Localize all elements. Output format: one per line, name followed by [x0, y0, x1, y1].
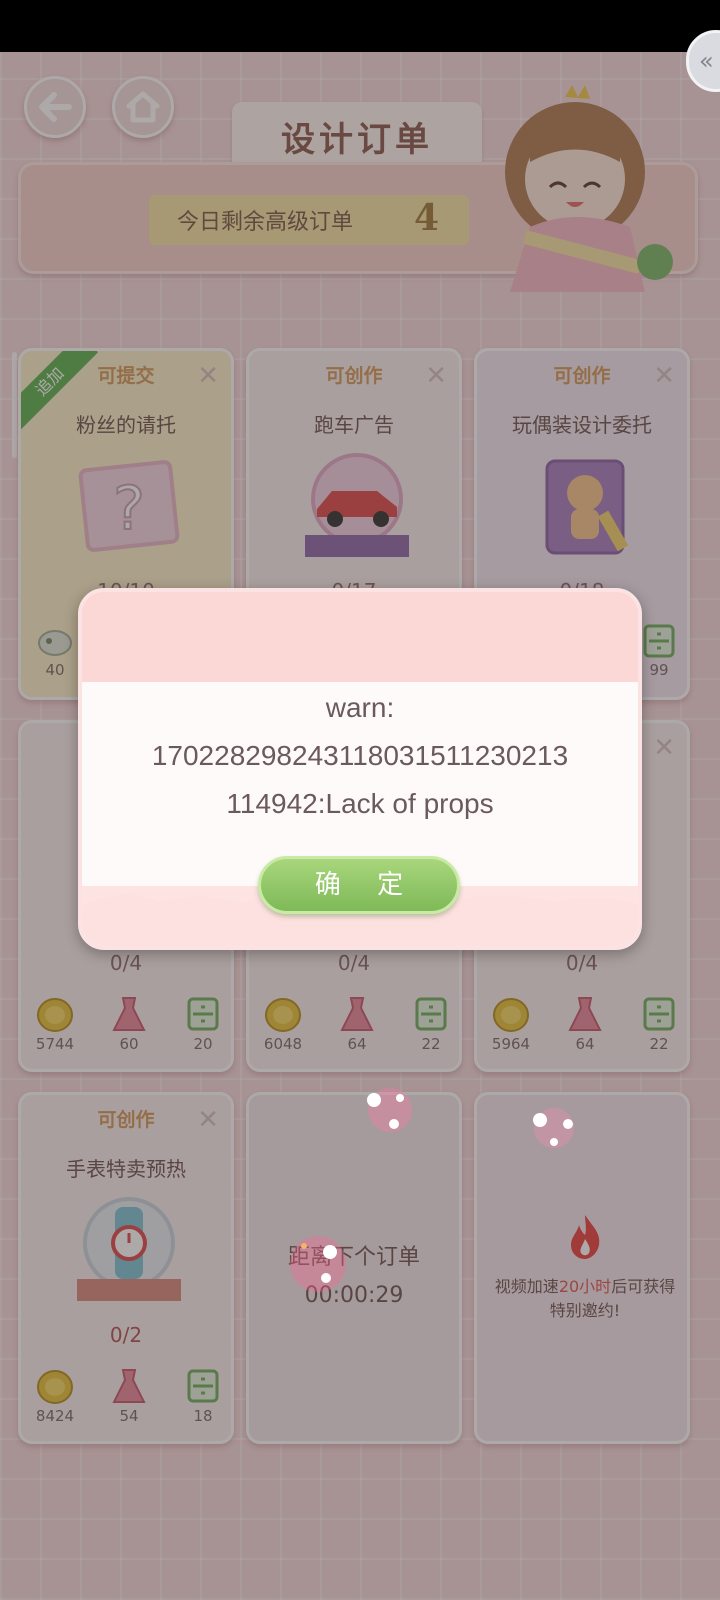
dialog-top-decoration	[82, 592, 638, 682]
double-chevron-left-icon: «	[699, 47, 714, 75]
status-bar	[0, 0, 720, 52]
warning-line-3: 114942:Lack of props	[226, 788, 494, 819]
warning-message: warn: 170228298243118031511230213 114942…	[102, 684, 618, 828]
warning-dialog: warn: 170228298243118031511230213 114942…	[78, 588, 642, 950]
sparkle-effect	[290, 1236, 346, 1292]
warning-line-1: warn:	[325, 692, 395, 723]
warning-line-2-end: 3	[552, 740, 569, 771]
sparkle-effect	[367, 1088, 412, 1132]
sparkle-effect	[533, 1108, 574, 1148]
confirm-button[interactable]: 确 定	[258, 856, 460, 914]
warning-line-2: 17022829824311803151123021	[151, 740, 553, 771]
